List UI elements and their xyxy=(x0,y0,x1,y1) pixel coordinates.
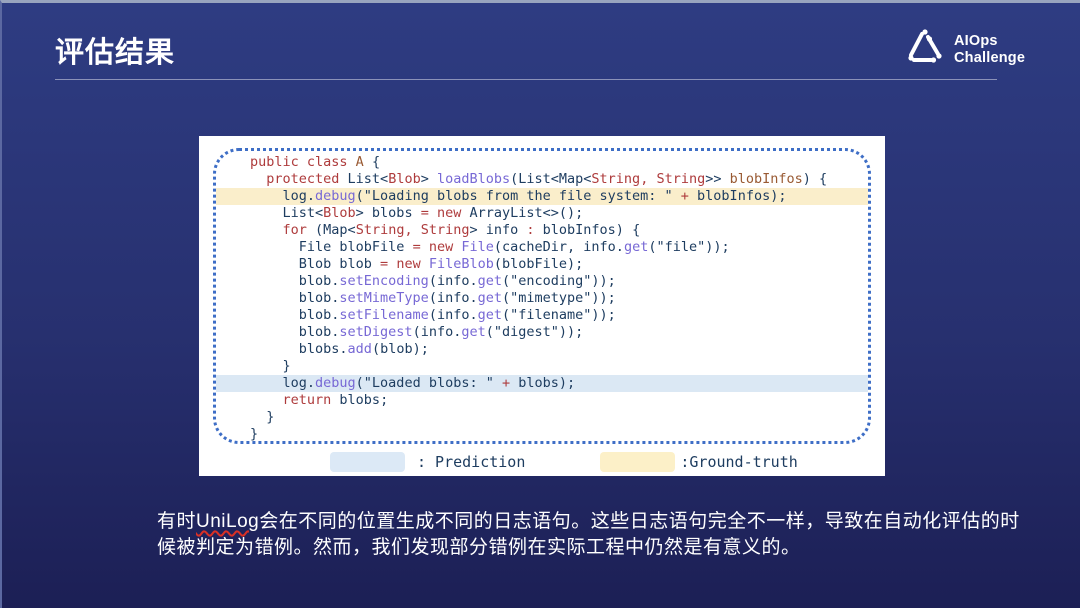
legend-item-ground-truth: :Ground-truth xyxy=(600,452,797,472)
legend-item-prediction: : Prediction xyxy=(330,452,525,472)
code-line: } xyxy=(216,426,868,443)
code-block: public class A { protected List<Blob> lo… xyxy=(213,148,871,444)
prediction-color-swatch xyxy=(330,452,405,472)
slide: 评估结果 AIOps Challenge public xyxy=(0,0,1080,608)
code-line: for (Map<String, String> info : blobInfo… xyxy=(216,222,868,239)
page-title: 评估结果 xyxy=(55,29,175,71)
ground-truth-color-swatch xyxy=(600,452,675,472)
code-line: public class A { xyxy=(216,154,868,171)
logo-line2: Challenge xyxy=(954,50,1025,66)
logo-line1: AIOps xyxy=(954,33,998,49)
code-line: blob.setFilename(info.get("filename")); xyxy=(216,307,868,324)
code-line: Blob blob = new FileBlob(blobFile); xyxy=(216,256,868,273)
caption-unilog-term: UniLog xyxy=(196,511,259,532)
caption-line2: 候被判定为错例。然而，我们发现部分错例在实际工程中仍然是有意义的。 xyxy=(157,535,1020,561)
code-panel: public class A { protected List<Blob> lo… xyxy=(199,136,885,476)
code-line: List<Blob> blobs = new ArrayList<>(); xyxy=(216,205,868,222)
code-line: File blobFile = new File(cacheDir, info.… xyxy=(216,239,868,256)
code-line: } xyxy=(216,409,868,426)
ground-truth-label: :Ground-truth xyxy=(680,453,797,471)
aiops-challenge-logo: AIOps Challenge xyxy=(905,27,1025,72)
code-line: protected List<Blob> loadBlobs(List<Map<… xyxy=(216,171,868,188)
legend: : Prediction :Ground-truth xyxy=(199,452,885,472)
caption-text: 有时 xyxy=(157,511,196,532)
code-line: return blobs; xyxy=(216,392,868,409)
caption-text: 会在不同的位置生成不同的日志语句。这些日志语句完全不一样，导致在自动化评估的时 xyxy=(259,511,1020,532)
code-line: blobs.add(blob); xyxy=(216,341,868,358)
code-line: blob.setDigest(info.get("digest")); xyxy=(216,324,868,341)
code-line: log.debug("Loading blobs from the file s… xyxy=(216,188,868,205)
code-line: } xyxy=(216,358,868,375)
prediction-label: : Prediction xyxy=(417,453,525,471)
code-line: blob.setEncoding(info.get("encoding")); xyxy=(216,273,868,290)
code-line: log.debug("Loaded blobs: " + blobs); xyxy=(216,375,868,392)
caption-line1: 有时UniLog会在不同的位置生成不同的日志语句。这些日志语句完全不一样，导致在… xyxy=(157,509,1020,535)
logo-text: AIOps Challenge xyxy=(954,33,1025,67)
title-underline xyxy=(55,79,997,80)
caption: 有时UniLog会在不同的位置生成不同的日志语句。这些日志语句完全不一样，导致在… xyxy=(157,509,1020,561)
triangle-network-icon xyxy=(905,27,945,72)
code-line: blob.setMimeType(info.get("mimetype")); xyxy=(216,290,868,307)
